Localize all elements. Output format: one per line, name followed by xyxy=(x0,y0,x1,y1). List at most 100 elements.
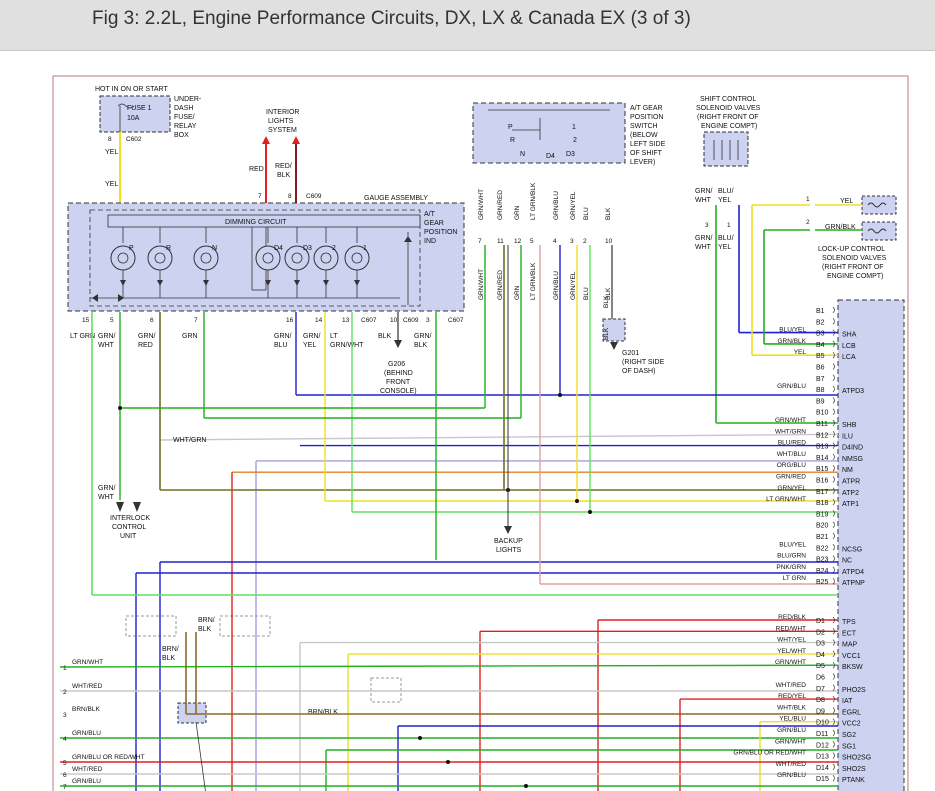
svg-text:G206: G206 xyxy=(388,361,405,368)
figure-header: Fig 3: 2.2L, Engine Performance Circuits… xyxy=(0,0,935,51)
wire-label: GRN/BLU xyxy=(777,383,806,390)
ecm-pin-b21: B21 xyxy=(816,532,835,541)
connector-label: C609 xyxy=(403,317,419,324)
svg-text:FUSE/: FUSE/ xyxy=(174,114,195,121)
signal-label: SG1 xyxy=(842,743,856,750)
svg-text:D6: D6 xyxy=(816,675,825,682)
wire-label: LT GRN xyxy=(783,575,807,582)
ecm-pin-b10: B10 xyxy=(816,408,835,417)
svg-text:D12: D12 xyxy=(816,742,829,749)
splice-dot xyxy=(418,736,422,740)
svg-text:DASH: DASH xyxy=(174,105,193,112)
svg-text:D4: D4 xyxy=(816,652,825,659)
wire-label: ORG/BLU xyxy=(777,462,807,469)
svg-text:LEVER): LEVER) xyxy=(630,159,655,166)
left-edge-wires: 1 GRN/WHT 2 WHT/RED 3 BRN/BLK 4 GRN/BLU 5 GRN/BLU… xyxy=(63,659,145,791)
ecm-pin-b1: B1 xyxy=(816,306,835,315)
wire-label: LT xyxy=(330,333,338,340)
wire-label: GRN xyxy=(182,333,198,340)
svg-text:5: 5 xyxy=(530,238,534,245)
svg-text:4: 4 xyxy=(553,238,557,245)
gauge-pin-7: 7 GRN xyxy=(182,317,198,340)
svg-text:INTERIOR: INTERIOR xyxy=(266,109,299,116)
svg-text:15: 15 xyxy=(82,317,90,324)
svg-text:10: 10 xyxy=(390,317,398,324)
wire-label: BLU xyxy=(274,342,288,349)
svg-text:B17: B17 xyxy=(816,489,829,496)
svg-text:B4: B4 xyxy=(816,342,825,349)
wire-label: GRN/YEL xyxy=(570,191,577,220)
svg-text:1: 1 xyxy=(572,124,576,131)
wire-label: LT GRN/BLK xyxy=(530,262,537,300)
svg-text:D1: D1 xyxy=(816,618,825,625)
svg-text:2: 2 xyxy=(583,238,587,245)
ecm-pin-b2: B2 xyxy=(816,318,835,326)
wire-label: GRN/RED xyxy=(776,474,806,481)
svg-text:B5: B5 xyxy=(816,353,825,360)
svg-text:(RIGHT FRONT OF: (RIGHT FRONT OF xyxy=(822,264,884,271)
svg-text:3: 3 xyxy=(426,317,430,324)
svg-text:R: R xyxy=(510,137,515,144)
svg-text:ENGINE COMPT): ENGINE COMPT) xyxy=(701,123,757,130)
svg-text:RED/: RED/ xyxy=(275,163,292,170)
svg-text:B11: B11 xyxy=(816,421,828,428)
svg-text:16: 16 xyxy=(286,317,294,324)
svg-text:D3: D3 xyxy=(816,641,825,648)
wire-label: GRN xyxy=(514,285,521,300)
wire-label: GRN/ xyxy=(274,333,292,340)
gear-position-switch: A/T GEAR POSITION SWITCH (BELOW LEFT SID… xyxy=(472,102,666,166)
switch-pin-2: 2 BLU BLU xyxy=(583,207,590,300)
svg-text:OF DASH): OF DASH) xyxy=(622,368,655,375)
svg-text:(RIGHT SIDE: (RIGHT SIDE xyxy=(622,359,665,366)
svg-text:LEFT SIDE: LEFT SIDE xyxy=(630,141,666,148)
svg-text:B2: B2 xyxy=(816,319,825,326)
wire-label: BLU/YEL xyxy=(779,327,806,334)
svg-text:7: 7 xyxy=(258,193,262,200)
signal-label: EGRL xyxy=(842,709,861,716)
svg-text:13: 13 xyxy=(342,317,350,324)
wire-label: GRN/RED xyxy=(497,190,504,220)
wire-label: WHT/GRN xyxy=(173,437,206,444)
svg-text:8: 8 xyxy=(108,136,112,143)
svg-text:YEL: YEL xyxy=(840,198,853,205)
wire-label: GRN/BLU OR RED/WHT xyxy=(733,750,806,757)
wire-label: GRN/WHT xyxy=(775,738,806,745)
svg-text:1: 1 xyxy=(806,196,810,203)
wire-label: GRN/ xyxy=(303,333,321,340)
signal-label: ATPR xyxy=(842,479,860,486)
svg-text:GRN/: GRN/ xyxy=(695,188,713,195)
svg-text:D10: D10 xyxy=(816,720,829,727)
wire-label: WHT/BLK xyxy=(777,704,807,711)
ground-g201: G201 (RIGHT SIDE OF DASH) xyxy=(602,318,665,375)
svg-text:5: 5 xyxy=(110,317,114,324)
wire-label: GRN/WHT xyxy=(72,659,103,666)
wire-label: BRN/BLK xyxy=(72,706,100,713)
wiring-diagram: HOT IN ON OR START FUSE 1 10A UNDER- DAS… xyxy=(52,75,909,791)
svg-text:1: 1 xyxy=(63,665,67,672)
svg-text:GAUGE ASSEMBLY: GAUGE ASSEMBLY xyxy=(364,195,428,202)
wire-label: WHT/RED xyxy=(72,766,103,773)
lamp-label: 2 xyxy=(332,245,336,252)
wire-label: GRN/WHT xyxy=(478,189,485,220)
switch-pins: 7 GRN/WHT GRN/WHT 11 GRN/RED GRN/RED 12 GRN GRN 5… xyxy=(478,182,613,300)
left-wire-1: 1 GRN/WHT xyxy=(63,659,103,672)
lamp-label: D4 xyxy=(274,245,283,252)
svg-text:11: 11 xyxy=(497,238,504,245)
svg-text:YEL: YEL xyxy=(105,181,118,188)
lamp-label: N xyxy=(212,245,217,252)
wire-label: GRN/RED xyxy=(497,270,504,300)
signal-label: ATPNP xyxy=(842,580,865,587)
signal-label: D4IND xyxy=(842,445,863,452)
svg-text:LIGHTS: LIGHTS xyxy=(268,118,294,125)
svg-text:B19: B19 xyxy=(816,511,829,518)
wire-label: BLU/GRN xyxy=(777,553,806,560)
svg-text:(BELOW: (BELOW xyxy=(630,132,658,139)
wire-label: GRN/ xyxy=(414,333,432,340)
signal-label: MAP xyxy=(842,642,858,649)
wire-label: RED/WHT xyxy=(776,625,806,632)
svg-text:5: 5 xyxy=(63,760,67,767)
gauge-pin-13: 13 LT GRN/WHT xyxy=(330,317,364,349)
svg-text:HOT IN ON OR START: HOT IN ON OR START xyxy=(95,86,168,93)
svg-text:OF SHIFT: OF SHIFT xyxy=(630,150,663,157)
wire-label: WHT/RED xyxy=(72,683,103,690)
